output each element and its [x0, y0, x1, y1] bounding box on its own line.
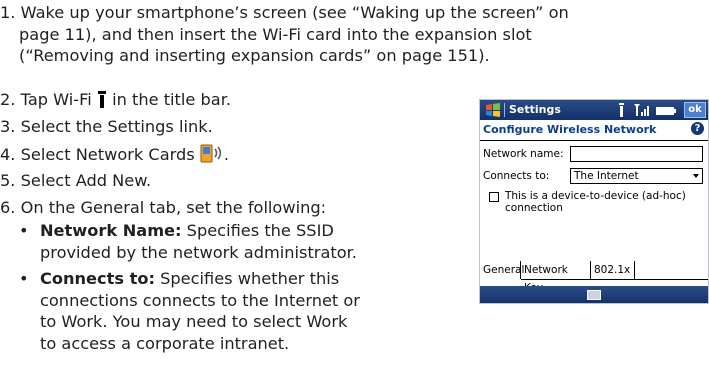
step-text: On the General tab, set the following: — [20, 198, 327, 217]
step-number: 4. — [0, 145, 16, 164]
bullet-desc-line2: connections connects to the Internet or — [40, 290, 360, 310]
tab-general[interactable]: General — [480, 261, 524, 279]
device-title-bar: Settings ok — [480, 100, 708, 120]
adhoc-label: This is a device-to-device (ad-hoc) conn… — [505, 190, 686, 214]
network-name-input[interactable] — [570, 146, 703, 162]
bullet-desc-line2: provided by the network administrator. — [40, 242, 357, 262]
title-separator — [504, 103, 505, 117]
device-screenshot: Settings ok Configure Wireless Network ?… — [479, 99, 709, 304]
step-number: 6. — [0, 198, 16, 217]
step-text: Tap Wi-Fi — [20, 90, 92, 109]
bullet-term: Network Name: — [40, 221, 182, 240]
step-text: Select Add New. — [20, 171, 152, 190]
step-text: Wake up your smartphone’s screen (see “W… — [20, 3, 569, 22]
connects-to-dropdown[interactable]: The Internet — [570, 168, 703, 184]
step-number: 5. — [0, 171, 16, 190]
tab-baseline — [521, 279, 708, 280]
step-text: Select Network Cards — [20, 145, 195, 164]
bullet-term: Connects to: — [40, 269, 155, 288]
bullet-network-name: • Network Name: Specifies the SSID provi… — [19, 220, 469, 263]
adhoc-checkbox[interactable] — [489, 192, 499, 202]
step-1: 1. Wake up your smartphone’s screen (see… — [0, 2, 700, 67]
step-5: 5. Select Add New. — [0, 170, 151, 192]
step-2: 2. Tap Wi-Fi in the title bar. — [0, 89, 231, 114]
bullet-dot: • — [19, 221, 29, 240]
bullet-desc: Specifies whether this — [160, 269, 340, 288]
status-icons[interactable] — [618, 103, 678, 120]
keyboard-icon[interactable] — [587, 290, 601, 300]
tab-network-key[interactable]: Network Key — [521, 261, 591, 294]
heading-divider — [480, 140, 708, 141]
help-icon[interactable]: ? — [691, 122, 704, 135]
windows-flag-icon[interactable] — [485, 103, 502, 117]
bullet-desc: Specifies the SSID — [186, 221, 334, 240]
device-menu-bar — [480, 286, 708, 303]
step-number: 1. — [0, 3, 16, 22]
step-text-line3: (“Removing and inserting expansion cards… — [19, 46, 490, 65]
bullet-desc-line3: to Work. You may need to select Work — [40, 312, 348, 331]
connects-to-value: The Internet — [574, 170, 639, 182]
bullet-connects-to: • Connects to: Specifies whether this co… — [19, 268, 469, 354]
device-title: Settings — [509, 103, 561, 116]
step-text-after: . — [223, 145, 230, 164]
network-cards-icon — [200, 143, 224, 169]
chevron-down-icon — [693, 174, 699, 178]
bullet-dot: • — [19, 269, 29, 288]
bullet-desc-line4: to access a corporate intranet. — [40, 333, 290, 353]
wifi-signal-icon — [97, 91, 107, 114]
step-number: 3. — [0, 117, 16, 136]
step-number: 2. — [0, 90, 16, 109]
ok-button[interactable]: ok — [684, 102, 706, 118]
page-heading: Configure Wireless Network — [483, 123, 657, 136]
connects-to-label: Connects to: — [483, 170, 550, 182]
tab-802-1x[interactable]: 802.1x — [591, 261, 635, 279]
step-text-line2: page 11), and then insert the Wi-Fi card… — [19, 24, 532, 44]
step-3: 3. Select the Settings link. — [0, 116, 213, 138]
step-4: 4. Select Network Cards . — [0, 143, 229, 169]
step-text-after: in the title bar. — [112, 90, 232, 109]
step-text: Select the Settings link. — [20, 117, 213, 136]
network-name-label: Network name: — [483, 148, 564, 160]
step-6: 6. On the General tab, set the following… — [0, 197, 326, 219]
